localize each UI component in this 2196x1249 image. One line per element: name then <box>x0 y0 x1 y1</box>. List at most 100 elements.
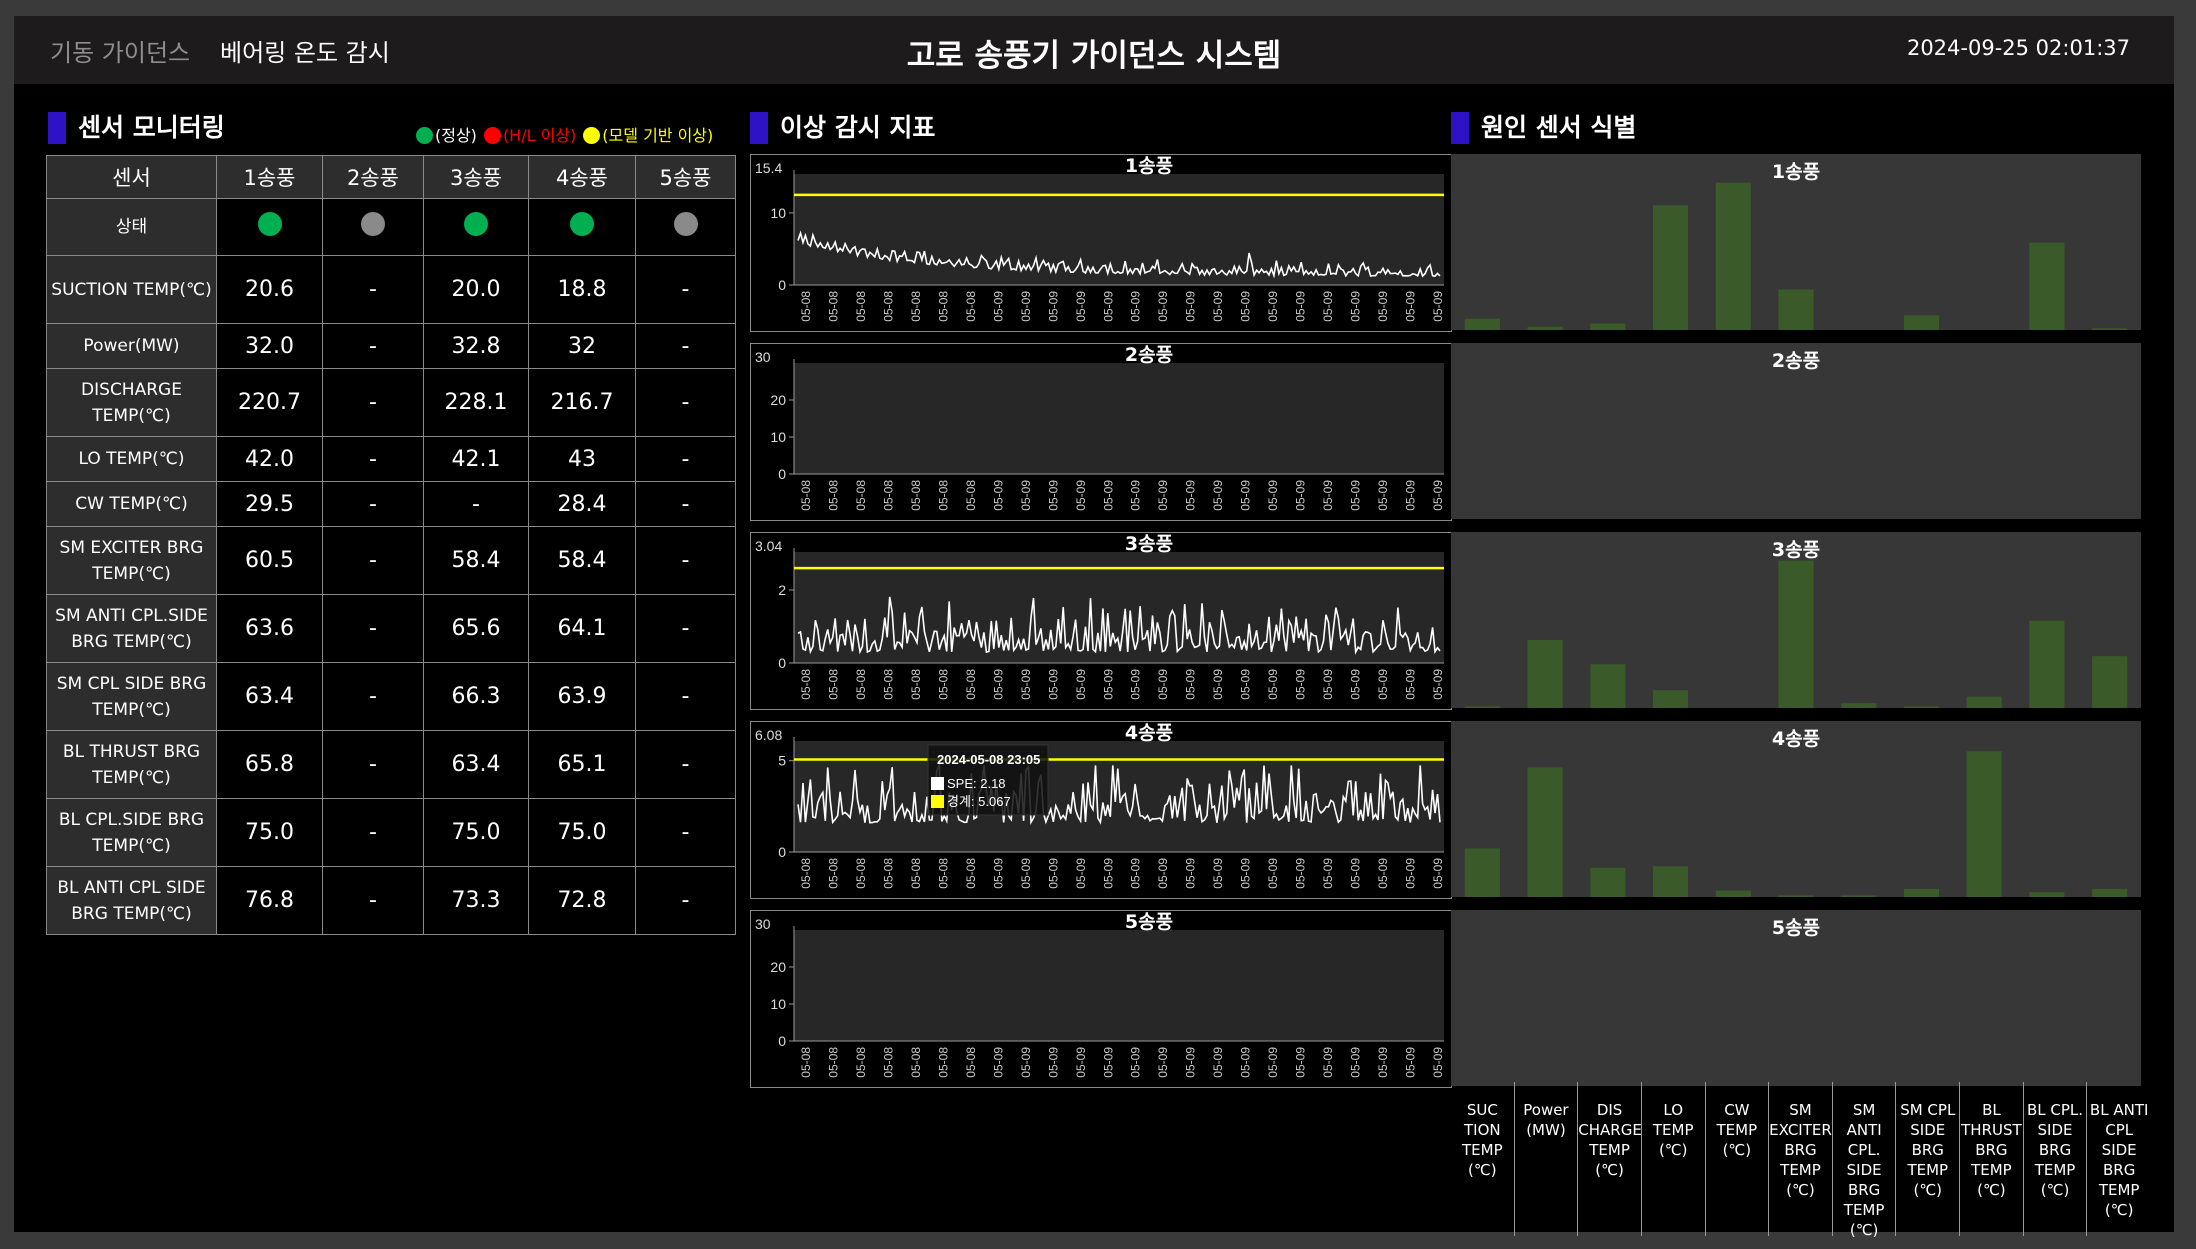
table-row: SM ANTI CPL.SIDE BRG TEMP(℃) 63.6-65.6 64.… <box>46 594 736 663</box>
x-tick-label: 05-09 <box>1239 669 1253 700</box>
column-header-fan: 1송풍 <box>216 155 323 199</box>
value-cell: - <box>322 866 424 935</box>
category-label: SM CPL SIDE BRG TEMP (℃) <box>1896 1082 1961 1236</box>
anomaly-chart-svg: 15.4 0 10 1송풍 05-08 05-08 05-08 05-08 05-08 05-08… <box>755 155 1445 322</box>
y-tick-label: 0 <box>778 277 786 293</box>
status-indicator-icon <box>257 212 282 236</box>
value-cell: 18.8 <box>528 255 636 324</box>
x-tick-label: 05-09 <box>1404 858 1418 889</box>
x-tick-label: 05-08 <box>826 1047 840 1078</box>
category-label-line: BL CPL. <box>2027 1101 2084 1119</box>
bar <box>1464 848 1500 897</box>
status-indicator-icon <box>361 212 385 236</box>
value-cell: 65.1 <box>528 730 636 799</box>
top-bar: 기동 가이던스 베어링 온도 감시 고로 송풍기 가이던스 시스템 2024-0… <box>14 16 2174 84</box>
sensor-panel-title-text: 센서 모니터링 <box>78 113 225 142</box>
x-tick-label: 05-09 <box>1184 291 1198 322</box>
category-label-line: Power <box>1523 1101 1569 1119</box>
bar <box>1527 639 1563 708</box>
chart-title: 1송풍 <box>1772 161 1820 183</box>
value-cell: - <box>322 323 424 369</box>
anomaly-chart-svg: 30 0 10 20 2송풍 05-08 05-08 05-08 05-08 05-08 05-08… <box>755 344 1445 511</box>
x-tick-label: 05-08 <box>909 291 923 322</box>
x-tick-label: 05-09 <box>1156 669 1170 700</box>
legend-label: (H/L 이상) <box>502 126 577 145</box>
x-tick-label: 05-09 <box>991 1047 1005 1078</box>
x-tick-label: 05-09 <box>1129 669 1143 700</box>
category-label-line: TEMP <box>2098 1181 2140 1199</box>
x-tick-label: 05-08 <box>854 858 868 889</box>
status-dot-icon <box>483 127 501 144</box>
category-label-line: SUC <box>1466 1101 1498 1119</box>
sensor-table: 센서 1송풍 2송풍 3송풍 4송풍 5송풍 상태 SUCTION TEMP(℃) 20.6-… <box>46 155 736 935</box>
category-label-line: BRG <box>1784 1141 1817 1159</box>
x-tick-label: 05-08 <box>826 669 840 700</box>
row-label: BL ANTI CPL SIDE BRG TEMP(℃) <box>46 866 217 935</box>
x-tick-label: 05-09 <box>1349 480 1363 511</box>
x-tick-label: 05-08 <box>854 1047 868 1078</box>
x-tick-label: 05-09 <box>1294 1047 1308 1078</box>
x-tick-label: 05-08 <box>964 480 978 511</box>
bar <box>2029 620 2065 708</box>
x-tick-label: 05-09 <box>991 858 1005 889</box>
x-tick-label: 05-09 <box>1266 291 1280 322</box>
x-tick-label: 05-09 <box>1101 858 1115 889</box>
value-cell: 63.6 <box>216 594 323 663</box>
category-label: LO TEMP (℃) <box>1642 1082 1706 1236</box>
y-tick-label: 10 <box>770 429 786 445</box>
row-label: DISCHARGE TEMP(℃) <box>46 368 217 437</box>
x-tick-label: 05-09 <box>1349 858 1363 889</box>
status-dot-icon <box>583 127 601 144</box>
bar <box>1527 326 1563 330</box>
x-tick-label: 05-09 <box>1376 1047 1390 1078</box>
x-tick-label: 05-09 <box>1101 480 1115 511</box>
category-label: SM ANTI CPL. SIDE BRG TEMP (℃) <box>1833 1082 1897 1239</box>
value-cell: 65.8 <box>216 730 323 799</box>
legend-item: (모델 기반 이상) <box>583 126 713 145</box>
value-cell: 20.0 <box>423 255 529 324</box>
category-label-line: SIDE <box>1910 1121 1946 1139</box>
anomaly-chart-5: 30 0 10 20 5송풍 05-08 05-08 05-08 05-08 05-08 05-08… <box>750 910 1452 1088</box>
x-tick-label: 05-09 <box>1184 480 1198 511</box>
x-tick-label: 05-09 <box>1101 291 1115 322</box>
chart-title: 3송풍 <box>1125 533 1173 555</box>
bar <box>1778 895 1814 897</box>
x-tick-label: 05-08 <box>964 1047 978 1078</box>
chart-tooltip: 2024-05-08 23:05 SPE: 2.18 경계: 5.067 <box>927 744 1049 816</box>
value-cell: 42.1 <box>423 436 529 482</box>
row-label: SM ANTI CPL.SIDE BRG TEMP(℃) <box>46 594 217 663</box>
value-cell: 228.1 <box>423 368 529 437</box>
value-cell: 220.7 <box>216 368 323 437</box>
category-label-line: BL ANTI <box>2089 1101 2149 1119</box>
value-cell: 32.8 <box>423 323 529 369</box>
x-tick-label: 05-08 <box>909 669 923 700</box>
x-tick-label: 05-09 <box>1046 1047 1060 1078</box>
bar <box>1841 895 1877 897</box>
value-cell: - <box>635 481 736 527</box>
x-tick-label: 05-09 <box>1349 291 1363 322</box>
x-tick-label: 05-08 <box>936 858 950 889</box>
category-label-line: TEMP <box>1461 1141 1503 1159</box>
value-cell: 58.4 <box>423 526 529 595</box>
value-cell: - <box>322 662 424 731</box>
x-tick-label: 05-08 <box>854 669 868 700</box>
x-tick-label: 05-08 <box>826 480 840 511</box>
category-label-line: SM CPL <box>1900 1101 1956 1119</box>
x-tick-label: 05-09 <box>1184 1047 1198 1078</box>
x-tick-label: 05-09 <box>1431 480 1445 511</box>
y-tick-label: 10 <box>770 996 786 1012</box>
row-label: BL CPL.SIDE BRG TEMP(℃) <box>46 798 217 867</box>
category-label-line: BRG <box>1847 1181 1881 1199</box>
status-cell <box>528 198 636 256</box>
x-tick-label: 05-08 <box>909 480 923 511</box>
bar <box>1590 323 1626 330</box>
table-row: SUCTION TEMP(℃) 20.6-20.0 18.8- <box>46 255 736 324</box>
bar <box>1903 315 1940 330</box>
x-tick-label: 05-09 <box>1266 1047 1280 1078</box>
category-label-line: (℃) <box>1595 1161 1624 1179</box>
category-label-line: BRG <box>1975 1141 2008 1159</box>
category-label: Power (MW) <box>1515 1082 1579 1236</box>
chart-title: 1송풍 <box>1125 155 1173 177</box>
y-max-label: 15.4 <box>755 160 782 176</box>
x-tick-label: 05-09 <box>1019 858 1033 889</box>
